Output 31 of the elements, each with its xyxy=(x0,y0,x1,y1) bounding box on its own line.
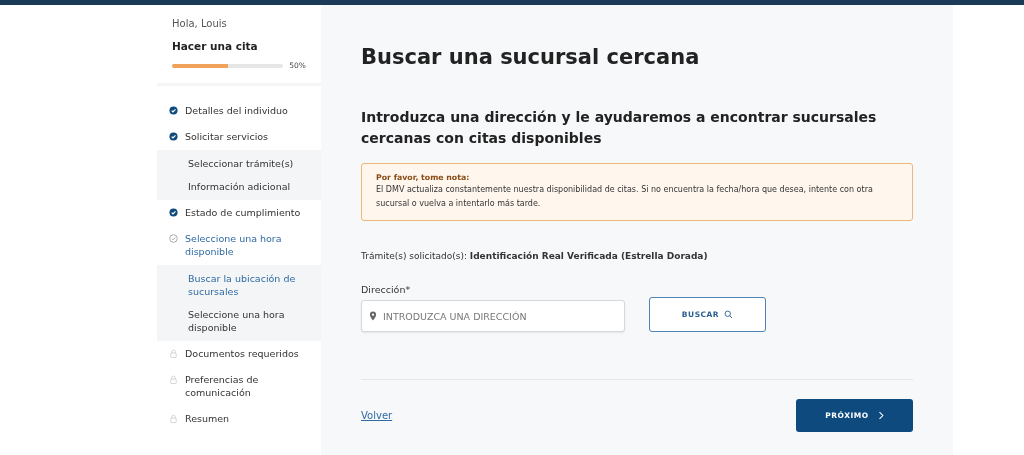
step-item[interactable]: Documentos requeridos xyxy=(185,347,299,360)
chevron-right-icon xyxy=(877,411,884,420)
step-item[interactable]: Estado de cumplimiento xyxy=(185,206,301,219)
sidebar-title: Hacer una cita xyxy=(172,40,259,52)
check-icon xyxy=(169,132,178,141)
check-circle-icon xyxy=(169,234,178,243)
requested-label: Trámite(s) solicitado(s): xyxy=(361,251,467,261)
check-icon xyxy=(169,106,178,115)
page-title: Buscar una sucursal cercana xyxy=(361,45,701,69)
step-item[interactable]: Detalles del individuo xyxy=(185,104,288,117)
lock-icon xyxy=(169,349,178,358)
lock-icon xyxy=(169,414,178,423)
substep-item[interactable]: Buscar la ubicación de sucursales xyxy=(157,267,321,303)
notice-text: El DMV actualiza constantemente nuestra disponibilidad de citas. Si no encuentra la fecha/hora que desea, intente con otra sucursal o vuelva a intentarlo más tarde. xyxy=(376,184,874,210)
page-subtitle: Introduzca una dirección y le ayudaremos a encontrar sucursales cercanas con citas disponibles xyxy=(361,108,878,148)
address-field[interactable]: INTRODUZCA UNA DIRECCIÓN xyxy=(361,300,625,332)
step-item[interactable]: Preferencias de comunicación xyxy=(185,373,311,399)
lock-icon xyxy=(169,375,178,384)
greeting: Hola, Louis xyxy=(172,18,228,29)
back-link[interactable]: Volver xyxy=(361,410,393,421)
substep-item[interactable]: Seleccionar trámite(s) xyxy=(157,152,321,175)
step-item[interactable]: Resumen xyxy=(185,412,230,425)
location-pin-icon xyxy=(369,311,377,321)
substep-item[interactable]: Seleccione una hora disponible xyxy=(157,303,321,339)
substep-item[interactable]: Información adicional xyxy=(157,175,321,198)
step-item[interactable]: Solicitar servicios xyxy=(185,130,269,143)
field-label: Dirección* xyxy=(361,284,412,295)
check-icon xyxy=(169,208,178,217)
requested-value: Identificación Real Verificada (Estrella Dorada) xyxy=(469,251,708,261)
search-icon xyxy=(724,310,734,319)
step-item[interactable]: Seleccione una hora disponible xyxy=(185,232,311,258)
